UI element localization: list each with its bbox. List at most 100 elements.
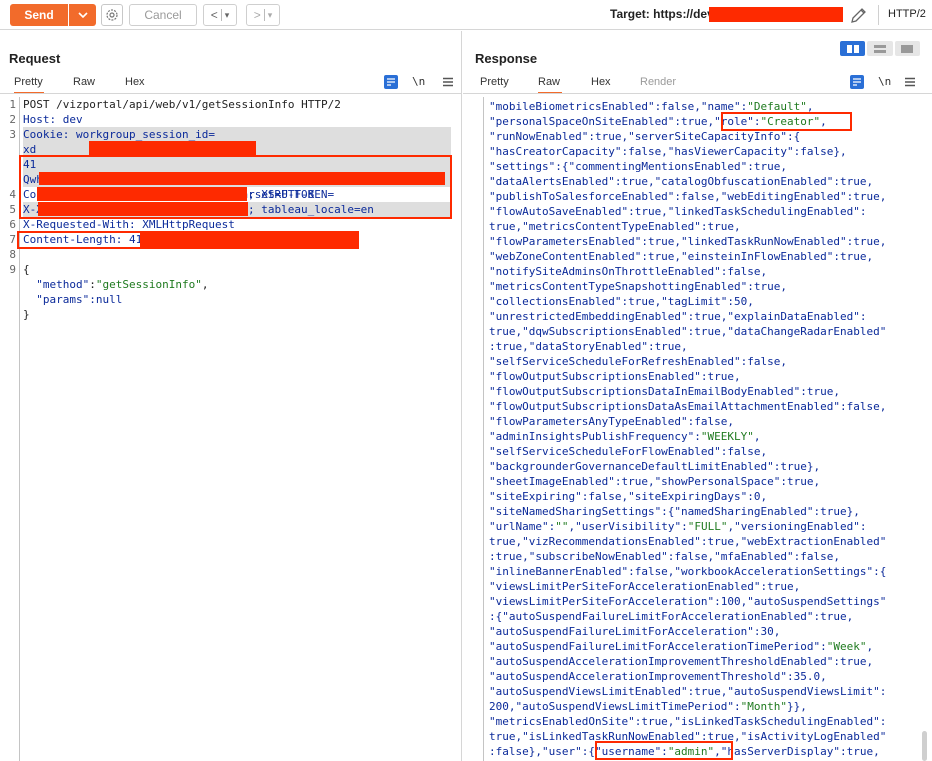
gear-icon bbox=[106, 9, 118, 21]
cancel-button[interactable]: Cancel bbox=[129, 4, 197, 26]
line-number: 5 bbox=[9, 203, 16, 216]
response-tab-render[interactable]: Render bbox=[640, 74, 676, 94]
top-toolbar: Send Cancel < ▾ > ▾ Target: https://dev HT… bbox=[0, 0, 932, 30]
response-line: 200,"autoSuspendViewsLimitTimePeriod":"M… bbox=[489, 700, 807, 713]
response-line: "metricsEnabledOnSite":true,"isLinkedTas… bbox=[489, 715, 887, 728]
response-line: "viewsLimitPerSiteForAcceleration":100,"… bbox=[489, 595, 887, 608]
request-line: POST /vizportal/api/web/v1/getSessionInf… bbox=[23, 98, 341, 111]
response-line: :true,"dataStoryEnabled":true, bbox=[489, 340, 688, 353]
line-number: 7 bbox=[9, 233, 16, 246]
response-line: "hasCreatorCapacity":false,"hasViewerCap… bbox=[489, 145, 847, 158]
cookie-highlight-box bbox=[19, 155, 452, 219]
response-line: "autoSuspendFailureLimitForAccelerationT… bbox=[489, 640, 874, 653]
forward-label: > bbox=[253, 8, 261, 22]
layout-toggle-icon[interactable] bbox=[840, 41, 920, 56]
response-line: "urlName":"","userVisibility":"FULL","ve… bbox=[489, 520, 867, 533]
method-value: "getSessionInfo" bbox=[95, 278, 202, 291]
username-highlight-box bbox=[595, 741, 733, 760]
forward-button[interactable]: > ▾ bbox=[246, 4, 280, 26]
line-number: 8 bbox=[9, 248, 16, 261]
back-dropdown-label: ▾ bbox=[224, 9, 230, 20]
request-title: Request bbox=[9, 51, 61, 66]
newline-toggle[interactable]: \n bbox=[878, 75, 891, 88]
response-line: "runNowEnabled":true,"serverSiteCapacity… bbox=[489, 130, 801, 143]
response-line: "dataAlertsEnabled":true,"catalogObfusca… bbox=[489, 175, 874, 188]
response-scrollbar[interactable] bbox=[922, 731, 927, 761]
response-line: "flowParametersAnyTypeEnabled":false, bbox=[489, 415, 735, 428]
protocol-label: HTTP/2 bbox=[888, 8, 926, 20]
chevron-down-icon bbox=[77, 12, 88, 18]
settings-button[interactable] bbox=[101, 4, 123, 26]
request-tab-raw[interactable]: Raw bbox=[73, 74, 95, 94]
back-button[interactable]: < ▾ bbox=[203, 4, 237, 26]
response-line: "flowOutputSubscriptionsEnabled":true, bbox=[489, 370, 741, 383]
line-number: 4 bbox=[9, 188, 16, 201]
response-line: "autoSuspendAccelerationImprovementThres… bbox=[489, 655, 874, 668]
response-tab-hex[interactable]: Hex bbox=[591, 74, 611, 94]
response-line: "unrestrictedEmbeddingEnabled":true,"exp… bbox=[489, 310, 867, 323]
response-line: "autoSuspendViewsLimitEnabled":true,"aut… bbox=[489, 685, 887, 698]
response-line: "viewsLimitPerSiteForAccelerationEnabled… bbox=[489, 580, 801, 593]
response-title: Response bbox=[475, 51, 538, 66]
request-body-params: "params":null bbox=[23, 292, 122, 307]
params-key: "params" bbox=[36, 293, 90, 306]
layout-single-button[interactable] bbox=[894, 41, 920, 56]
response-editor[interactable]: "mobileBiometricsEnabled":false,"name":"… bbox=[489, 99, 886, 759]
response-line: :true,"subscribeNowEnabled":false,"mfaEn… bbox=[489, 550, 840, 563]
line-number: 9 bbox=[9, 263, 16, 276]
wrap-icon[interactable] bbox=[384, 75, 398, 89]
response-line: "siteExpiring":false,"siteExpiringDays":… bbox=[489, 490, 768, 503]
response-line: "flowParametersEnabled":true,"linkedTask… bbox=[489, 235, 887, 248]
request-requested-with-line: X-Requested-With: XMLHttpRequest bbox=[23, 218, 235, 231]
response-line: "flowAutoSaveEnabled":true,"linkedTaskSc… bbox=[489, 205, 867, 218]
response-line: "flowOutputSubscriptionsDataAsEmailAttac… bbox=[489, 400, 887, 413]
response-line: "selfServiceScheduleForFlowEnabled":fals… bbox=[489, 445, 768, 458]
response-line: "backgrounderGovernanceDefaultLimitEnabl… bbox=[489, 460, 821, 473]
response-line: "autoSuspendFailureLimitForAcceleration"… bbox=[489, 625, 781, 638]
request-tab-pretty[interactable]: Pretty bbox=[14, 74, 44, 94]
wrap-icon[interactable] bbox=[850, 75, 864, 89]
hamburger-icon[interactable] bbox=[903, 75, 917, 89]
response-line: "settings":{"commentingMentionsEnabled":… bbox=[489, 160, 788, 173]
pencil-icon[interactable] bbox=[849, 5, 869, 25]
role-highlight-box bbox=[721, 112, 852, 131]
request-cookie-line: Cookie: workgroup_session_id= bbox=[23, 127, 451, 142]
redacted-target-host bbox=[709, 7, 843, 22]
response-line: "siteNamedSharingSettings":{"namedSharin… bbox=[489, 505, 860, 518]
response-line: "selfServiceScheduleForRefreshEnabled":f… bbox=[489, 355, 788, 368]
redacted-host bbox=[89, 141, 256, 155]
response-line: "sheetImageEnabled":true,"showPersonalSp… bbox=[489, 475, 821, 488]
response-line: true,"vizRecommendationsEnabled":true,"w… bbox=[489, 535, 887, 548]
xsrf-highlight-box bbox=[17, 231, 359, 249]
request-body-open: { bbox=[23, 263, 30, 276]
response-tab-divider bbox=[463, 93, 932, 94]
method-key: "method" bbox=[36, 278, 90, 291]
response-line: "webZoneContentEnabled":true,"einsteinIn… bbox=[489, 250, 874, 263]
response-tab-pretty[interactable]: Pretty bbox=[480, 74, 509, 94]
response-line: true,"dqwSubscriptionsEnabled":true,"dat… bbox=[489, 325, 887, 338]
line-number: 6 bbox=[9, 218, 16, 231]
hamburger-icon[interactable] bbox=[441, 75, 455, 89]
response-tab-raw[interactable]: Raw bbox=[538, 74, 562, 94]
toolbar-divider bbox=[878, 5, 879, 25]
response-panel: Response Pretty Raw Hex Render \n "mobil… bbox=[463, 31, 932, 761]
response-line: "autoSuspendAccelerationImprovementThres… bbox=[489, 670, 827, 683]
request-tab-divider bbox=[0, 93, 462, 94]
send-options-button[interactable] bbox=[69, 4, 96, 26]
response-line: true,"metricsContentTypeEnabled":true, bbox=[489, 220, 741, 233]
layout-side-by-side-button[interactable] bbox=[840, 41, 866, 56]
response-line: "metricsContentTypeSnapshottingEnabled":… bbox=[489, 280, 788, 293]
response-line: "notifySiteAdminsOnThrottleEnabled":fals… bbox=[489, 265, 768, 278]
line-number: 1 bbox=[9, 98, 16, 111]
forward-dropdown-label: ▾ bbox=[267, 9, 273, 20]
newline-toggle[interactable]: \n bbox=[412, 75, 425, 88]
response-line: "publishToSalesforceEnabled":false,"webE… bbox=[489, 190, 887, 203]
response-gutter-divider bbox=[483, 97, 484, 761]
layout-stacked-button[interactable] bbox=[867, 41, 893, 56]
response-line: "inlineBannerEnabled":false,"workbookAcc… bbox=[489, 565, 887, 578]
request-tab-hex[interactable]: Hex bbox=[125, 74, 145, 94]
response-line: "flowOutputSubscriptionsDataInEmailBodyE… bbox=[489, 385, 840, 398]
response-line: "adminInsightsPublishFrequency":"WEEKLY"… bbox=[489, 430, 761, 443]
request-body-method: "method":"getSessionInfo", bbox=[36, 278, 209, 291]
send-button[interactable]: Send bbox=[10, 4, 68, 26]
